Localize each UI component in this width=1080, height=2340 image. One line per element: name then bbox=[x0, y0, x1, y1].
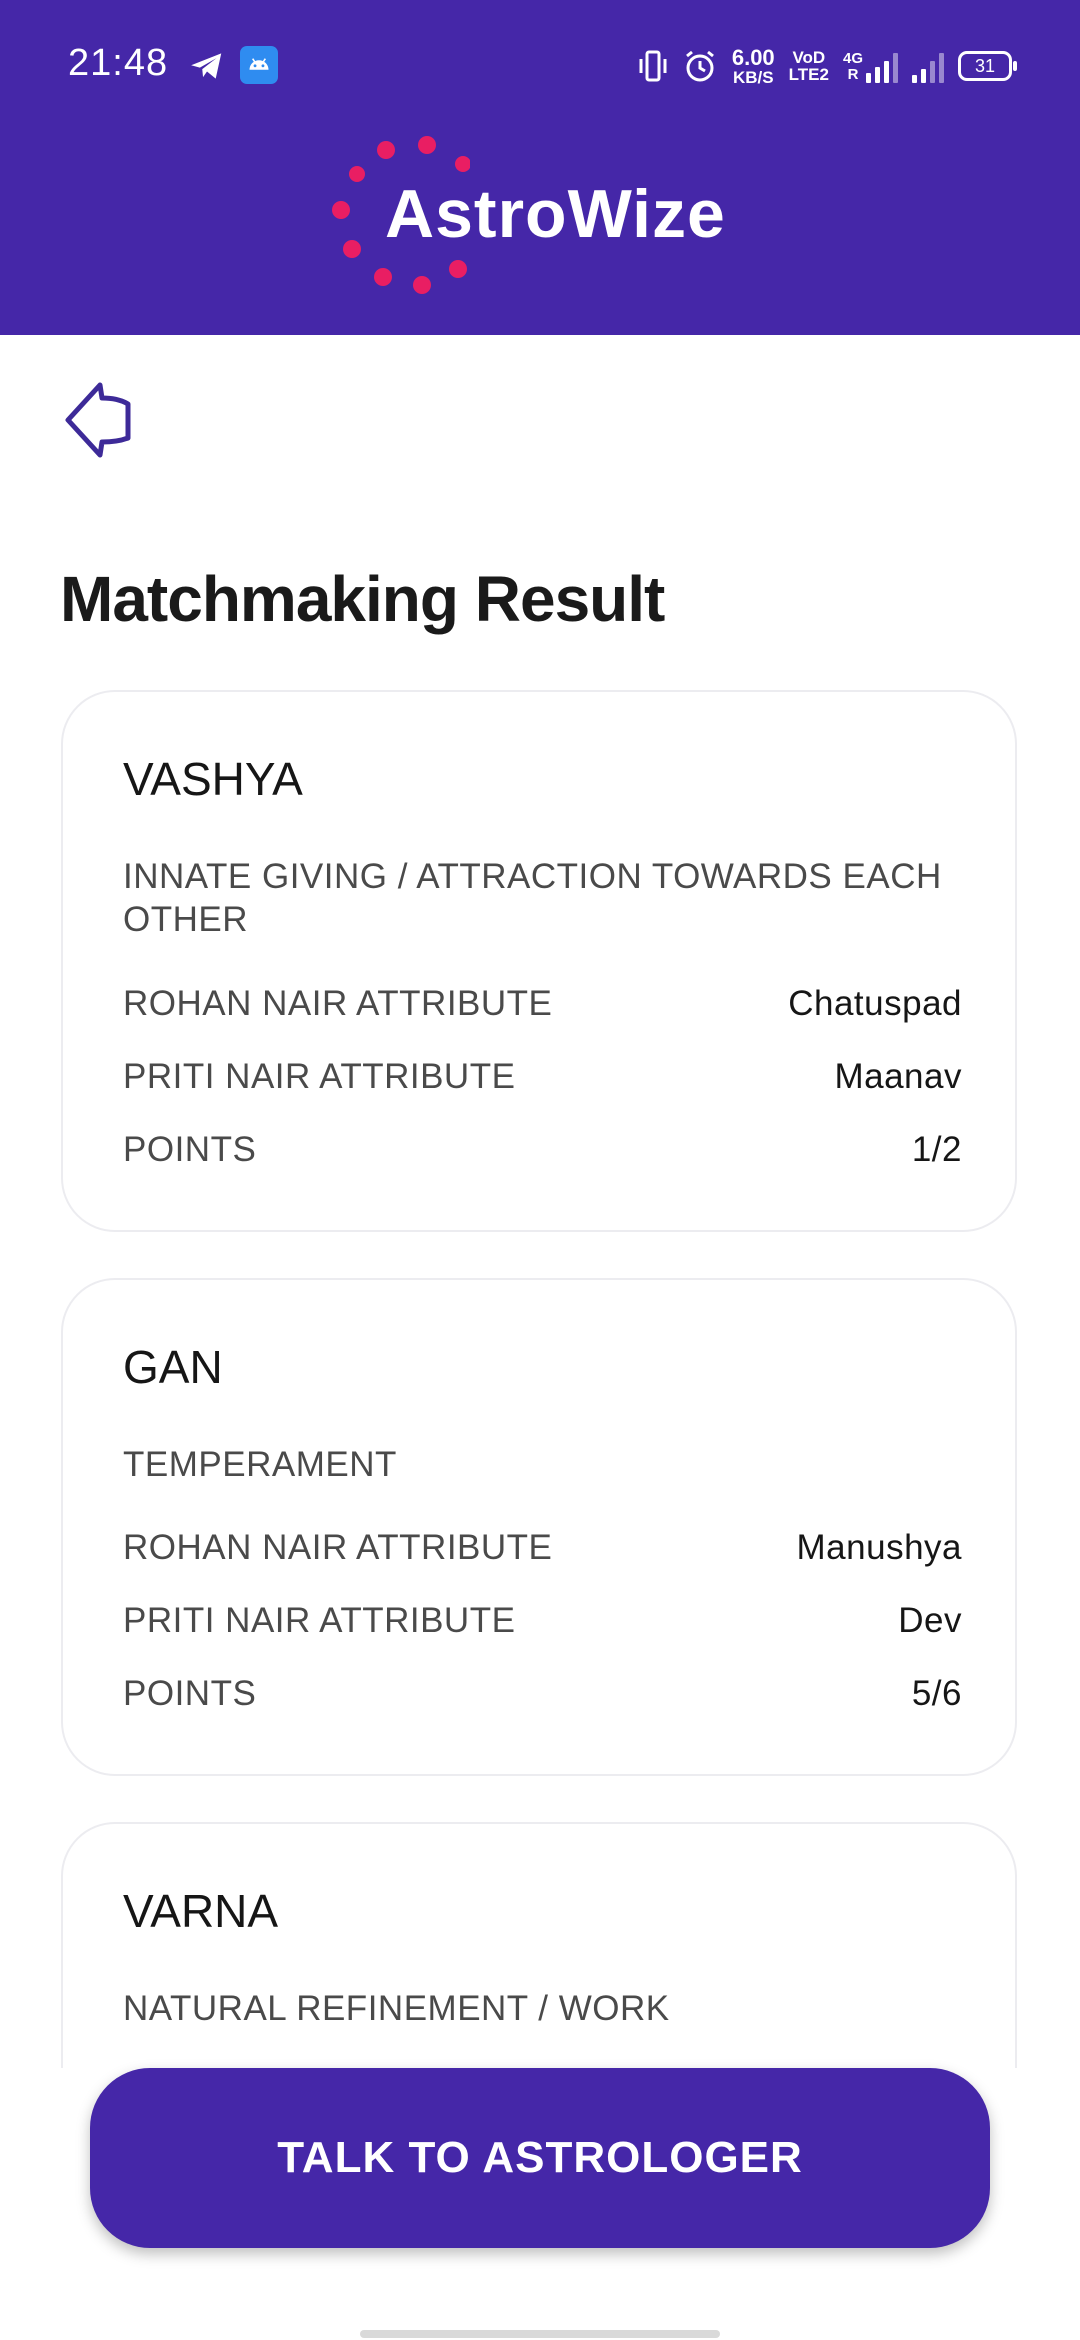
back-arrow-icon[interactable] bbox=[60, 380, 134, 460]
status-time: 21:48 bbox=[68, 42, 169, 84]
row-value: 5/6 bbox=[911, 1674, 962, 1713]
card-description: NATURAL REFINEMENT / WORK bbox=[123, 1989, 670, 2028]
logo-wordmark: AstroWize bbox=[385, 176, 726, 252]
signal-icon-sim2 bbox=[912, 49, 944, 83]
card-description: TEMPERAMENT bbox=[123, 1445, 397, 1484]
signal-icon-sim1 bbox=[866, 49, 898, 83]
row-label: ROHAN NAIR ATTRIBUTE bbox=[123, 984, 553, 1023]
row-label: POINTS bbox=[123, 1674, 257, 1713]
status-icons: 6.00 KB/S VoD LTE2 4G R 31 bbox=[638, 44, 1017, 88]
home-indicator[interactable] bbox=[360, 2330, 720, 2338]
row-label: ROHAN NAIR ATTRIBUTE bbox=[123, 1528, 553, 1567]
network-type: 4G R bbox=[843, 49, 898, 83]
row-value: Chatuspad bbox=[788, 984, 962, 1023]
telegram-icon bbox=[191, 53, 222, 79]
results-list[interactable]: VASHYA INNATE GIVING / ATTRACTION TOWARD… bbox=[0, 686, 1080, 2068]
card-row: POINTS 5/6 bbox=[123, 1674, 962, 1718]
card-title: VASHYA bbox=[123, 753, 303, 805]
result-card-gan: GAN TEMPERAMENT ROHAN NAIR ATTRIBUTE Man… bbox=[61, 1278, 1017, 1776]
card-row: ROHAN NAIR ATTRIBUTE Chatuspad bbox=[123, 984, 962, 1028]
row-label: PRITI NAIR ATTRIBUTE bbox=[123, 1057, 516, 1096]
network-speed: 6.00 KB/S bbox=[731, 44, 775, 87]
status-bar: 21:48 6.00 KB/S VoD LTE2 4G R 31 bbox=[0, 0, 1080, 130]
card-row: ROHAN NAIR ATTRIBUTE Manushya bbox=[123, 1528, 962, 1572]
card-row: PRITI NAIR ATTRIBUTE Dev bbox=[123, 1601, 962, 1645]
row-label: PRITI NAIR ATTRIBUTE bbox=[123, 1601, 516, 1640]
android-icon bbox=[240, 46, 278, 84]
result-card-vashya: VASHYA INNATE GIVING / ATTRACTION TOWARD… bbox=[61, 690, 1017, 1232]
astrowize-logo: AstroWize bbox=[330, 135, 750, 300]
card-row: PRITI NAIR ATTRIBUTE Maanav bbox=[123, 1057, 962, 1101]
row-value: Dev bbox=[898, 1601, 962, 1640]
result-card-varna: VARNA NATURAL REFINEMENT / WORK bbox=[61, 1822, 1017, 2068]
page-title: Matchmaking Result bbox=[60, 563, 665, 635]
volte-indicator: VoD LTE2 bbox=[788, 48, 829, 84]
row-value: Manushya bbox=[796, 1528, 962, 1567]
row-label: POINTS bbox=[123, 1130, 257, 1169]
card-title: VARNA bbox=[123, 1885, 279, 1937]
alarm-icon bbox=[685, 50, 714, 82]
card-title: GAN bbox=[123, 1341, 223, 1393]
app-header: 21:48 6.00 KB/S VoD LTE2 4G R 31 AstroWi… bbox=[0, 0, 1080, 335]
row-value: 1/2 bbox=[911, 1130, 962, 1169]
talk-to-astrologer-button[interactable]: TALK TO ASTROLOGER bbox=[90, 2068, 990, 2248]
vibrate-icon bbox=[639, 50, 667, 82]
card-row: POINTS 1/2 bbox=[123, 1130, 962, 1174]
battery-icon: 31 bbox=[958, 51, 1017, 81]
row-value: Maanav bbox=[834, 1057, 962, 1096]
card-description: INNATE GIVING / ATTRACTION TOWARDS EACH … bbox=[123, 857, 942, 939]
